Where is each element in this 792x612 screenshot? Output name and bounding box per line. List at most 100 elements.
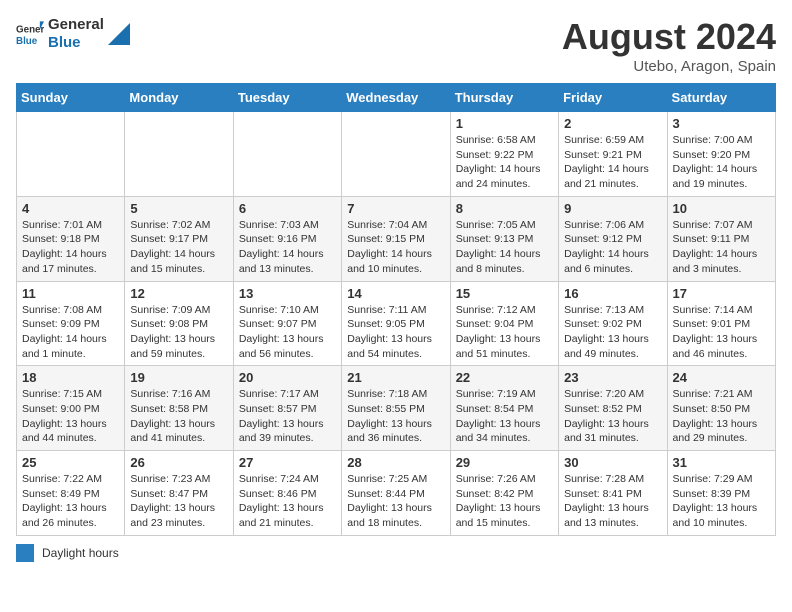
weekday-header-saturday: Saturday xyxy=(667,84,775,112)
day-info: Sunrise: 7:14 AM Sunset: 9:01 PM Dayligh… xyxy=(673,303,770,362)
page-header: General Blue General Blue August 2024 Ut… xyxy=(16,16,776,75)
day-number: 23 xyxy=(564,370,661,385)
day-number: 29 xyxy=(456,455,553,470)
day-number: 22 xyxy=(456,370,553,385)
calendar-cell: 6 Sunrise: 7:03 AM Sunset: 9:16 PM Daylig… xyxy=(233,196,341,281)
legend-text: Daylight hours xyxy=(42,546,119,560)
logo-blue: Blue xyxy=(48,34,104,52)
day-number: 13 xyxy=(239,286,336,301)
day-info: Sunrise: 7:26 AM Sunset: 8:42 PM Dayligh… xyxy=(456,472,553,531)
day-info: Sunrise: 7:06 AM Sunset: 9:12 PM Dayligh… xyxy=(564,218,661,277)
day-info: Sunrise: 7:16 AM Sunset: 8:58 PM Dayligh… xyxy=(130,387,227,446)
legend: Daylight hours xyxy=(16,544,776,562)
calendar-cell: 29 Sunrise: 7:26 AM Sunset: 8:42 PM Dayli… xyxy=(450,451,558,536)
calendar-cell: 26 Sunrise: 7:23 AM Sunset: 8:47 PM Dayli… xyxy=(125,451,233,536)
calendar-cell xyxy=(125,112,233,197)
weekday-header-tuesday: Tuesday xyxy=(233,84,341,112)
day-number: 4 xyxy=(22,201,119,216)
day-number: 15 xyxy=(456,286,553,301)
day-info: Sunrise: 7:07 AM Sunset: 9:11 PM Dayligh… xyxy=(673,218,770,277)
day-number: 19 xyxy=(130,370,227,385)
calendar-cell xyxy=(342,112,450,197)
calendar-cell: 3 Sunrise: 7:00 AM Sunset: 9:20 PM Daylig… xyxy=(667,112,775,197)
day-number: 11 xyxy=(22,286,119,301)
month-title: August 2024 xyxy=(562,16,776,58)
day-number: 1 xyxy=(456,116,553,131)
calendar-cell: 12 Sunrise: 7:09 AM Sunset: 9:08 PM Dayli… xyxy=(125,281,233,366)
calendar-cell: 14Sunrise: 7:11 AM Sunset: 9:05 PM Dayli… xyxy=(342,281,450,366)
day-info: Sunrise: 7:09 AM Sunset: 9:08 PM Dayligh… xyxy=(130,303,227,362)
day-number: 28 xyxy=(347,455,444,470)
day-info: Sunrise: 7:29 AM Sunset: 8:39 PM Dayligh… xyxy=(673,472,770,531)
weekday-header-sunday: Sunday xyxy=(17,84,125,112)
day-number: 21 xyxy=(347,370,444,385)
weekday-header-monday: Monday xyxy=(125,84,233,112)
calendar-cell: 21 Sunrise: 7:18 AM Sunset: 8:55 PM Dayli… xyxy=(342,366,450,451)
day-number: 6 xyxy=(239,201,336,216)
day-info: Sunrise: 7:25 AM Sunset: 8:44 PM Dayligh… xyxy=(347,472,444,531)
day-number: 9 xyxy=(564,201,661,216)
day-info: Sunrise: 7:24 AM Sunset: 8:46 PM Dayligh… xyxy=(239,472,336,531)
calendar-cell: 9 Sunrise: 7:06 AM Sunset: 9:12 PM Daylig… xyxy=(559,196,667,281)
day-info: Sunrise: 7:03 AM Sunset: 9:16 PM Dayligh… xyxy=(239,218,336,277)
day-info: Sunrise: 7:01 AM Sunset: 9:18 PM Dayligh… xyxy=(22,218,119,277)
calendar-cell: 20Sunrise: 7:17 AM Sunset: 8:57 PM Dayli… xyxy=(233,366,341,451)
day-number: 3 xyxy=(673,116,770,131)
day-number: 25 xyxy=(22,455,119,470)
day-info: Sunrise: 7:18 AM Sunset: 8:55 PM Dayligh… xyxy=(347,387,444,446)
calendar-cell: 28 Sunrise: 7:25 AM Sunset: 8:44 PM Dayli… xyxy=(342,451,450,536)
calendar-cell: 11Sunrise: 7:08 AM Sunset: 9:09 PM Dayli… xyxy=(17,281,125,366)
day-number: 8 xyxy=(456,201,553,216)
day-info: Sunrise: 7:22 AM Sunset: 8:49 PM Dayligh… xyxy=(22,472,119,531)
logo: General Blue General Blue xyxy=(16,16,130,52)
day-number: 24 xyxy=(673,370,770,385)
title-area: August 2024 Utebo, Aragon, Spain xyxy=(562,16,776,75)
day-number: 27 xyxy=(239,455,336,470)
calendar-cell: 1 Sunrise: 6:58 AM Sunset: 9:22 PM Daylig… xyxy=(450,112,558,197)
calendar-cell: 24 Sunrise: 7:21 AM Sunset: 8:50 PM Dayli… xyxy=(667,366,775,451)
calendar-cell: 25 Sunrise: 7:22 AM Sunset: 8:49 PM Dayli… xyxy=(17,451,125,536)
calendar-cell: 30Sunrise: 7:28 AM Sunset: 8:41 PM Dayli… xyxy=(559,451,667,536)
day-info: Sunrise: 7:19 AM Sunset: 8:54 PM Dayligh… xyxy=(456,387,553,446)
location-subtitle: Utebo, Aragon, Spain xyxy=(562,58,776,75)
calendar-cell: 23 Sunrise: 7:20 AM Sunset: 8:52 PM Dayli… xyxy=(559,366,667,451)
calendar-cell: 15 Sunrise: 7:12 AM Sunset: 9:04 PM Dayli… xyxy=(450,281,558,366)
day-info: Sunrise: 6:58 AM Sunset: 9:22 PM Dayligh… xyxy=(456,133,553,192)
day-info: Sunrise: 7:05 AM Sunset: 9:13 PM Dayligh… xyxy=(456,218,553,277)
day-info: Sunrise: 7:23 AM Sunset: 8:47 PM Dayligh… xyxy=(130,472,227,531)
calendar-cell: 17Sunrise: 7:14 AM Sunset: 9:01 PM Dayli… xyxy=(667,281,775,366)
calendar-cell xyxy=(233,112,341,197)
calendar-cell: 22 Sunrise: 7:19 AM Sunset: 8:54 PM Dayli… xyxy=(450,366,558,451)
calendar-cell: 27 Sunrise: 7:24 AM Sunset: 8:46 PM Dayli… xyxy=(233,451,341,536)
day-info: Sunrise: 7:00 AM Sunset: 9:20 PM Dayligh… xyxy=(673,133,770,192)
day-number: 10 xyxy=(673,201,770,216)
calendar-cell: 18Sunrise: 7:15 AM Sunset: 9:00 PM Dayli… xyxy=(17,366,125,451)
day-number: 16 xyxy=(564,286,661,301)
logo-icon: General Blue xyxy=(16,20,44,48)
day-info: Sunrise: 7:21 AM Sunset: 8:50 PM Dayligh… xyxy=(673,387,770,446)
calendar-cell: 2 Sunrise: 6:59 AM Sunset: 9:21 PM Daylig… xyxy=(559,112,667,197)
day-number: 2 xyxy=(564,116,661,131)
day-info: Sunrise: 7:12 AM Sunset: 9:04 PM Dayligh… xyxy=(456,303,553,362)
day-number: 31 xyxy=(673,455,770,470)
calendar-cell: 4 Sunrise: 7:01 AM Sunset: 9:18 PM Daylig… xyxy=(17,196,125,281)
day-info: Sunrise: 7:28 AM Sunset: 8:41 PM Dayligh… xyxy=(564,472,661,531)
weekday-header-friday: Friday xyxy=(559,84,667,112)
calendar-cell: 8 Sunrise: 7:05 AM Sunset: 9:13 PM Daylig… xyxy=(450,196,558,281)
day-number: 12 xyxy=(130,286,227,301)
calendar-cell: 19 Sunrise: 7:16 AM Sunset: 8:58 PM Dayli… xyxy=(125,366,233,451)
day-info: Sunrise: 7:04 AM Sunset: 9:15 PM Dayligh… xyxy=(347,218,444,277)
day-info: Sunrise: 7:20 AM Sunset: 8:52 PM Dayligh… xyxy=(564,387,661,446)
day-number: 26 xyxy=(130,455,227,470)
weekday-header-thursday: Thursday xyxy=(450,84,558,112)
day-info: Sunrise: 6:59 AM Sunset: 9:21 PM Dayligh… xyxy=(564,133,661,192)
calendar-cell: 5Sunrise: 7:02 AM Sunset: 9:17 PM Daylig… xyxy=(125,196,233,281)
calendar-cell: 31 Sunrise: 7:29 AM Sunset: 8:39 PM Dayli… xyxy=(667,451,775,536)
day-info: Sunrise: 7:11 AM Sunset: 9:05 PM Dayligh… xyxy=(347,303,444,362)
day-info: Sunrise: 7:17 AM Sunset: 8:57 PM Dayligh… xyxy=(239,387,336,446)
day-number: 5 xyxy=(130,201,227,216)
day-info: Sunrise: 7:15 AM Sunset: 9:00 PM Dayligh… xyxy=(22,387,119,446)
day-number: 7 xyxy=(347,201,444,216)
svg-text:Blue: Blue xyxy=(16,36,38,47)
calendar-table: SundayMondayTuesdayWednesdayThursdayFrid… xyxy=(16,83,776,536)
